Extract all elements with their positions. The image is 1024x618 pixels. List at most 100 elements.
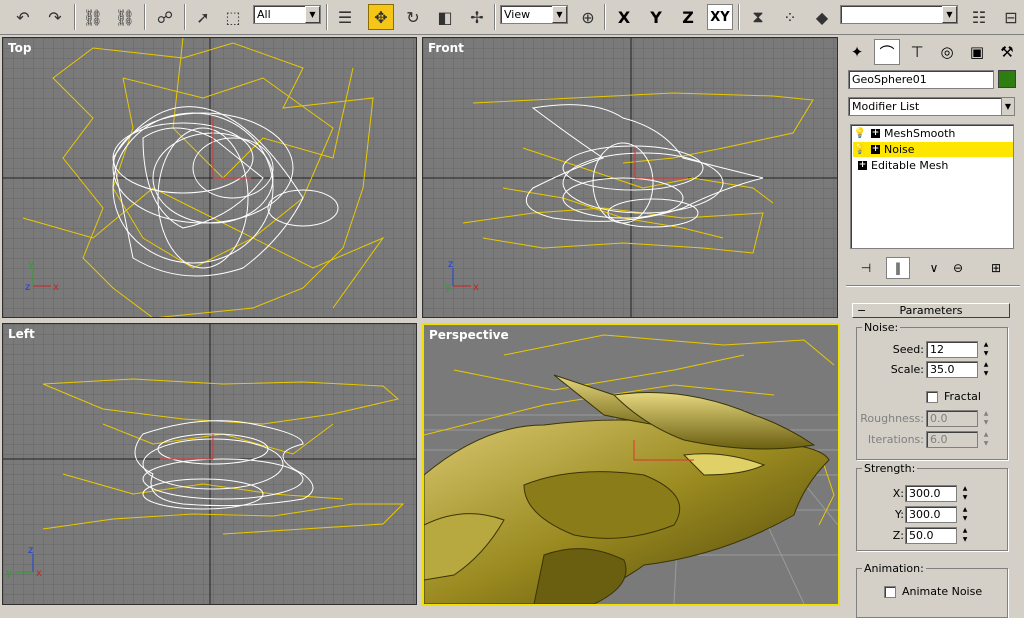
unlink-icon[interactable]: ⛓ [112, 4, 138, 30]
modify-tab-icon[interactable]: ⌒ [874, 39, 900, 65]
viewport-label-left[interactable]: Left [8, 327, 35, 341]
viewport-label-top[interactable]: Top [8, 41, 31, 55]
animate-noise-label: Animate Noise [902, 585, 983, 598]
strength-x-spinner[interactable]: ▲ ▼ [959, 485, 971, 502]
restrict-z-button[interactable]: Z [675, 4, 701, 30]
roughness-field[interactable]: 0.0 [926, 410, 978, 427]
toolbar-separator [738, 4, 740, 30]
stack-item-label: MeshSmooth [884, 127, 956, 140]
svg-text:x: x [473, 282, 479, 293]
bind-to-space-warp-icon[interactable]: ☍ [152, 4, 178, 30]
strength-z-spinner[interactable]: ▲ ▼ [959, 527, 971, 544]
svg-text:z: z [25, 282, 30, 293]
object-name-field[interactable]: GeoSphere01 [848, 70, 994, 89]
mirror-icon[interactable]: ⧗ [745, 4, 771, 30]
pivot-center-icon[interactable]: ⊕ [575, 4, 601, 30]
expand-icon[interactable]: + [871, 145, 880, 154]
viewport-label-front[interactable]: Front [428, 41, 464, 55]
lightbulb-icon[interactable]: 💡 [853, 128, 867, 139]
select-object-icon[interactable]: ➚ [190, 4, 216, 30]
configure-modifier-sets-icon[interactable]: ⊞ [984, 257, 1008, 279]
display-tab-icon[interactable]: ▣ [964, 39, 990, 65]
selection-filter-value: All [257, 8, 271, 21]
remove-modifier-icon[interactable]: ⊖ [946, 257, 970, 279]
scale-spinner[interactable]: ▲ ▼ [980, 361, 992, 378]
modifier-list-label: Modifier List [852, 100, 920, 113]
viewport-perspective[interactable]: Perspective [422, 323, 840, 606]
chevron-down-icon: ▼ [305, 6, 320, 23]
viewport-perspective-canvas [424, 325, 838, 604]
select-and-link-icon[interactable]: ⛓ [80, 4, 106, 30]
toolbar-separator [326, 4, 328, 30]
strength-x-label: X: [892, 487, 904, 500]
select-and-manipulate-icon[interactable]: ✢ [464, 4, 490, 30]
expand-icon[interactable]: + [871, 129, 880, 138]
viewport-left[interactable]: z y x Left [2, 323, 417, 605]
seed-field[interactable]: 12 [926, 341, 978, 358]
iterations-field[interactable]: 6.0 [926, 431, 978, 448]
pin-stack-icon[interactable]: ⊣ [854, 257, 878, 279]
lightbulb-icon[interactable]: 💡 [853, 144, 867, 155]
rollout-title: Parameters [899, 304, 963, 317]
animation-group-label: Animation: [862, 562, 926, 575]
stack-item-noise[interactable]: 💡 + Noise [853, 142, 1013, 157]
create-tab-icon[interactable]: ✦ [844, 39, 870, 65]
svg-text:x: x [53, 282, 59, 293]
viewport-top-canvas: y x z [3, 38, 416, 317]
reference-coord-dropdown[interactable]: View ▼ [500, 5, 568, 24]
toolbar-separator [184, 4, 186, 30]
restrict-y-button[interactable]: Y [643, 4, 669, 30]
viewport-top[interactable]: y x z Top [2, 37, 417, 318]
make-unique-icon[interactable]: ∨ [922, 257, 946, 279]
redo-icon[interactable]: ↷ [42, 4, 68, 30]
object-color-swatch[interactable] [998, 70, 1016, 88]
hierarchy-tab-icon[interactable]: ⊤ [904, 39, 930, 65]
strength-y-label: Y: [895, 508, 904, 521]
animate-noise-checkbox[interactable] [884, 586, 896, 598]
viewport-front[interactable]: z x y Front [422, 37, 838, 318]
expand-icon[interactable]: + [858, 161, 867, 170]
modifier-list-dropdown[interactable]: Modifier List ▼ [848, 97, 1015, 116]
chevron-down-icon: ▼ [1001, 98, 1014, 115]
seed-spinner[interactable]: ▲ ▼ [980, 341, 992, 358]
scale-label: Scale: [890, 363, 924, 376]
roughness-spinner[interactable]: ▲ ▼ [980, 410, 992, 427]
chevron-down-icon: ▼ [552, 6, 567, 23]
toolbar-separator [144, 4, 146, 30]
select-and-scale-icon[interactable]: ◧ [432, 4, 458, 30]
show-end-result-icon[interactable]: ‖ [886, 257, 910, 279]
rect-selection-icon[interactable]: ⬚ [220, 4, 246, 30]
schematic-view-icon[interactable]: ⊟ [998, 4, 1024, 30]
toolbar-separator [494, 4, 496, 30]
undo-icon[interactable]: ↶ [10, 4, 36, 30]
strength-y-spinner[interactable]: ▲ ▼ [959, 506, 971, 523]
scale-field[interactable]: 35.0 [926, 361, 978, 378]
select-and-rotate-icon[interactable]: ↻ [400, 4, 426, 30]
select-by-name-icon[interactable]: ☰ [332, 4, 358, 30]
utilities-tab-icon[interactable]: ⚒ [994, 39, 1020, 65]
svg-text:x: x [36, 568, 42, 579]
array-icon[interactable]: ⁘ [777, 4, 803, 30]
restrict-xy-button[interactable]: XY [707, 4, 733, 30]
named-selection-sets-dropdown[interactable]: ▼ [840, 5, 958, 24]
track-view-icon[interactable]: ☷ [966, 4, 992, 30]
selection-filter-dropdown[interactable]: All ▼ [253, 5, 321, 24]
viewport-label-perspective[interactable]: Perspective [429, 328, 509, 342]
strength-y-field[interactable]: 300.0 [905, 506, 957, 523]
strength-group-label: Strength: [862, 462, 918, 475]
seed-label: Seed: [892, 343, 924, 356]
motion-tab-icon[interactable]: ◎ [934, 39, 960, 65]
modifier-stack: 💡 + MeshSmooth 💡 + Noise + Editable Mesh [850, 124, 1014, 249]
align-icon[interactable]: ◆ [809, 4, 835, 30]
svg-text:y: y [28, 259, 34, 270]
restrict-x-button[interactable]: X [611, 4, 637, 30]
select-and-move-icon[interactable]: ✥ [368, 4, 394, 30]
stack-item-meshsmooth[interactable]: 💡 + MeshSmooth [853, 126, 1013, 141]
strength-x-field[interactable]: 300.0 [905, 485, 957, 502]
stack-item-editable-mesh[interactable]: + Editable Mesh [853, 158, 1013, 173]
iterations-spinner[interactable]: ▲ ▼ [980, 431, 992, 448]
chevron-down-icon: ▼ [942, 6, 957, 23]
strength-z-field[interactable]: 50.0 [905, 527, 957, 544]
parameters-rollout-header[interactable]: − Parameters [852, 303, 1010, 318]
fractal-checkbox[interactable] [926, 391, 938, 403]
